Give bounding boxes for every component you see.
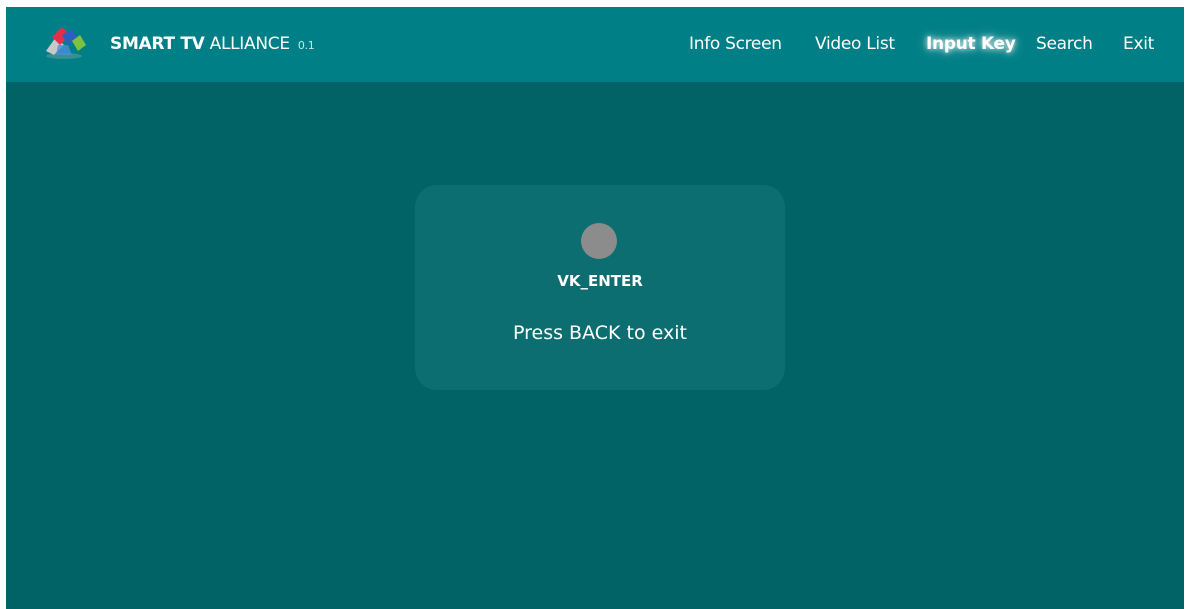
exit-hint-text: Press BACK to exit bbox=[513, 322, 687, 344]
top-navigation-bar: SMART TV ALLIANCE 0.1 Info Screen Video … bbox=[6, 7, 1184, 82]
nav-input-key[interactable]: Input Key bbox=[926, 33, 1016, 55]
app-screen: SMART TV ALLIANCE 0.1 Info Screen Video … bbox=[6, 7, 1184, 609]
nav-search[interactable]: Search bbox=[1036, 33, 1093, 55]
brand-version: 0.1 bbox=[297, 39, 315, 52]
brand-title: SMART TV ALLIANCE 0.1 bbox=[110, 33, 315, 57]
key-name-label: VK_ENTER bbox=[557, 272, 643, 290]
brand-light: ALLIANCE bbox=[209, 34, 290, 54]
input-key-panel: VK_ENTER Press BACK to exit bbox=[415, 185, 785, 390]
smart-tv-alliance-logo-icon bbox=[46, 27, 86, 59]
key-indicator-icon bbox=[581, 223, 617, 259]
nav-info-screen[interactable]: Info Screen bbox=[689, 33, 782, 55]
brand-bold: SMART TV bbox=[110, 34, 205, 54]
nav-video-list[interactable]: Video List bbox=[815, 33, 895, 55]
nav-exit[interactable]: Exit bbox=[1123, 33, 1154, 55]
